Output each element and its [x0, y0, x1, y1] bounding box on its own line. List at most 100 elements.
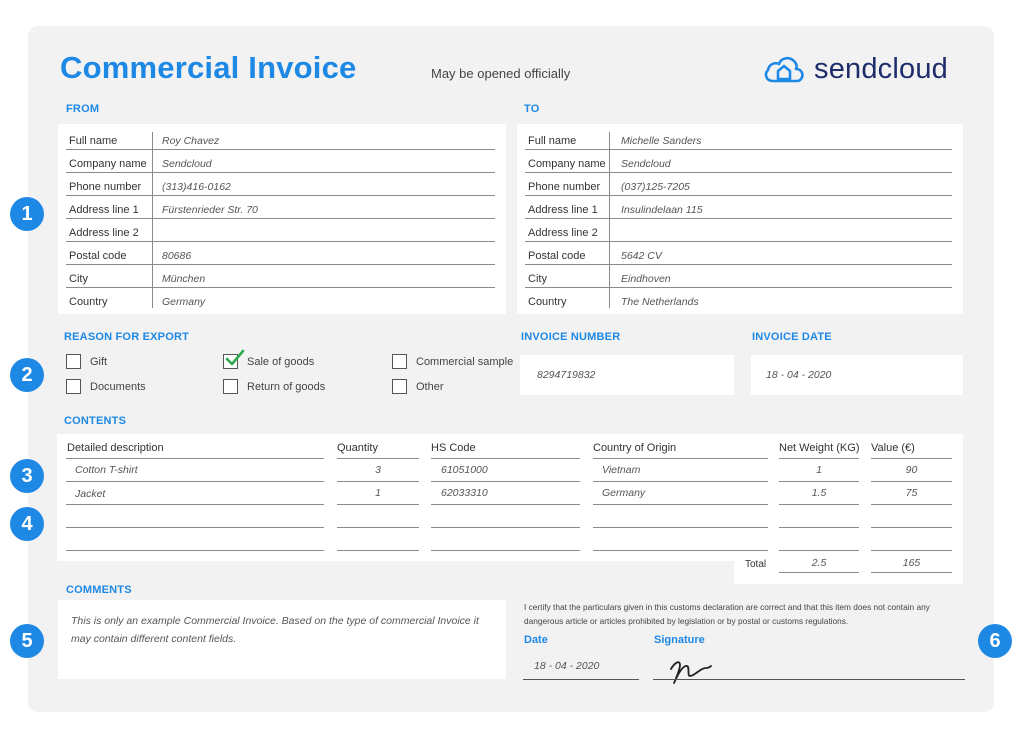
checkbox-return-of-goods[interactable]: Return of goods — [223, 379, 325, 394]
from-row[interactable]: Full name Roy Chavez — [66, 127, 495, 150]
to-row[interactable]: Company name Sendcloud — [525, 150, 952, 173]
table-rule — [593, 481, 768, 482]
to-row[interactable]: Address line 2 — [525, 219, 952, 242]
table-rule — [66, 504, 324, 505]
to-value: Eindhoven — [621, 273, 671, 285]
cell-quantity: 3 — [375, 464, 381, 476]
to-value: Michelle Sanders — [621, 135, 702, 147]
cloud-icon — [764, 56, 804, 83]
cell-value: 75 — [905, 487, 918, 499]
from-row[interactable]: City München — [66, 265, 495, 288]
step-badge-5: 5 — [10, 624, 44, 658]
cell-description: Jacket — [75, 488, 106, 500]
comments-text: This is only an example Commercial Invoi… — [71, 615, 479, 645]
to-label: City — [528, 273, 547, 285]
contents-heading: CONTENTS — [64, 415, 127, 427]
checkbox-sale-of-goods[interactable]: Sale of goods — [223, 349, 315, 369]
table-rule — [66, 550, 324, 551]
from-row[interactable]: Address line 2 — [66, 219, 495, 242]
step-badge-1: 1 — [10, 197, 44, 231]
from-row[interactable]: Company name Sendcloud — [66, 150, 495, 173]
table-rule — [779, 527, 859, 528]
certification-text: I certify that the particulars given in … — [524, 602, 930, 626]
from-row[interactable]: Phone number (313)416-0162 — [66, 173, 495, 196]
table-rule — [431, 527, 580, 528]
from-row[interactable]: Postal code 80686 — [66, 242, 495, 265]
table-rule — [871, 572, 952, 573]
table-rule — [779, 458, 859, 459]
table-rule — [871, 458, 952, 459]
from-label: Company name — [69, 158, 147, 170]
to-label: Address line 2 — [528, 227, 598, 239]
from-value: München — [162, 273, 206, 285]
from-address-box: Full name Roy Chavez Company name Sendclou… — [58, 124, 506, 314]
checkbox-other[interactable]: Other — [392, 379, 444, 394]
date-value: 18 - 04 - 2020 — [534, 660, 600, 672]
cell-quantity: 1 — [375, 487, 381, 499]
reason-heading: REASON FOR EXPORT — [64, 331, 190, 343]
to-row[interactable]: Country The Netherlands — [525, 288, 952, 311]
checkbox-box[interactable] — [392, 354, 407, 369]
signature-line[interactable] — [653, 679, 965, 680]
table-rule — [431, 504, 580, 505]
comments-heading: COMMENTS — [66, 584, 132, 596]
to-row[interactable]: Full name Michelle Sanders — [525, 127, 952, 150]
table-rule — [871, 550, 952, 551]
checkbox-box[interactable] — [392, 379, 407, 394]
checkbox-box[interactable] — [223, 379, 238, 394]
to-value: 5642 CV — [621, 250, 662, 262]
cell-hs-code: 61051000 — [441, 464, 488, 476]
to-row[interactable]: Postal code 5642 CV — [525, 242, 952, 265]
from-label: Full name — [69, 135, 118, 147]
checkbox-box[interactable] — [66, 354, 81, 369]
cell-origin: Vietnam — [602, 464, 641, 476]
table-rule — [779, 572, 859, 573]
to-label: Address line 1 — [528, 204, 598, 216]
to-label: Postal code — [528, 250, 586, 262]
table-rule — [593, 550, 768, 551]
to-label: Full name — [528, 135, 577, 147]
from-value: Roy Chavez — [162, 135, 220, 147]
table-rule — [66, 527, 324, 528]
from-heading: FROM — [66, 103, 100, 115]
table-rule — [431, 458, 580, 459]
table-rule — [337, 458, 419, 459]
table-rule — [871, 504, 952, 505]
checkbox-box[interactable] — [66, 379, 81, 394]
checkbox-label: Gift — [90, 355, 108, 368]
table-rule — [779, 550, 859, 551]
invoice-date-value: 18 - 04 - 2020 — [766, 369, 832, 381]
column-header-hs-code: HS Code — [431, 442, 476, 454]
checkbox-gift[interactable]: Gift — [66, 354, 107, 369]
checkbox-documents[interactable]: Documents — [66, 379, 146, 394]
to-label: Company name — [528, 158, 606, 170]
from-label: Postal code — [69, 250, 127, 262]
invoice-date-heading: INVOICE DATE — [752, 331, 832, 343]
from-row[interactable]: Country Germany — [66, 288, 495, 311]
from-row[interactable]: Address line 1 Fürstenrieder Str. 70 — [66, 196, 495, 219]
table-rule — [593, 504, 768, 505]
step-badge-2: 2 — [10, 358, 44, 392]
table-rule — [779, 504, 859, 505]
checkbox-commercial-sample[interactable]: Commercial sample — [392, 354, 513, 369]
from-label: City — [69, 273, 88, 285]
checkbox-label: Return of goods — [247, 380, 326, 393]
invoice-number-value: 8294719832 — [537, 369, 596, 381]
from-label: Phone number — [69, 181, 142, 193]
to-row[interactable]: Address line 1 Insulindelaan 115 — [525, 196, 952, 219]
signature-label: Signature — [654, 634, 705, 646]
checkbox-label: Sale of goods — [247, 355, 315, 368]
to-value: The Netherlands — [621, 296, 699, 308]
checkbox-label: Other — [416, 380, 444, 393]
invoice-number-heading: INVOICE NUMBER — [521, 331, 621, 343]
table-rule — [337, 481, 419, 482]
from-value: Germany — [162, 296, 206, 308]
to-value: (037)125-7205 — [621, 181, 690, 193]
from-value: (313)416-0162 — [162, 181, 231, 193]
column-header-country-of-origin: Country of Origin — [593, 442, 677, 454]
checkbox-box[interactable] — [223, 349, 245, 369]
to-row[interactable]: City Eindhoven — [525, 265, 952, 288]
to-value: Insulindelaan 115 — [621, 204, 703, 216]
total-label: Total — [745, 559, 767, 570]
to-row[interactable]: Phone number (037)125-7205 — [525, 173, 952, 196]
